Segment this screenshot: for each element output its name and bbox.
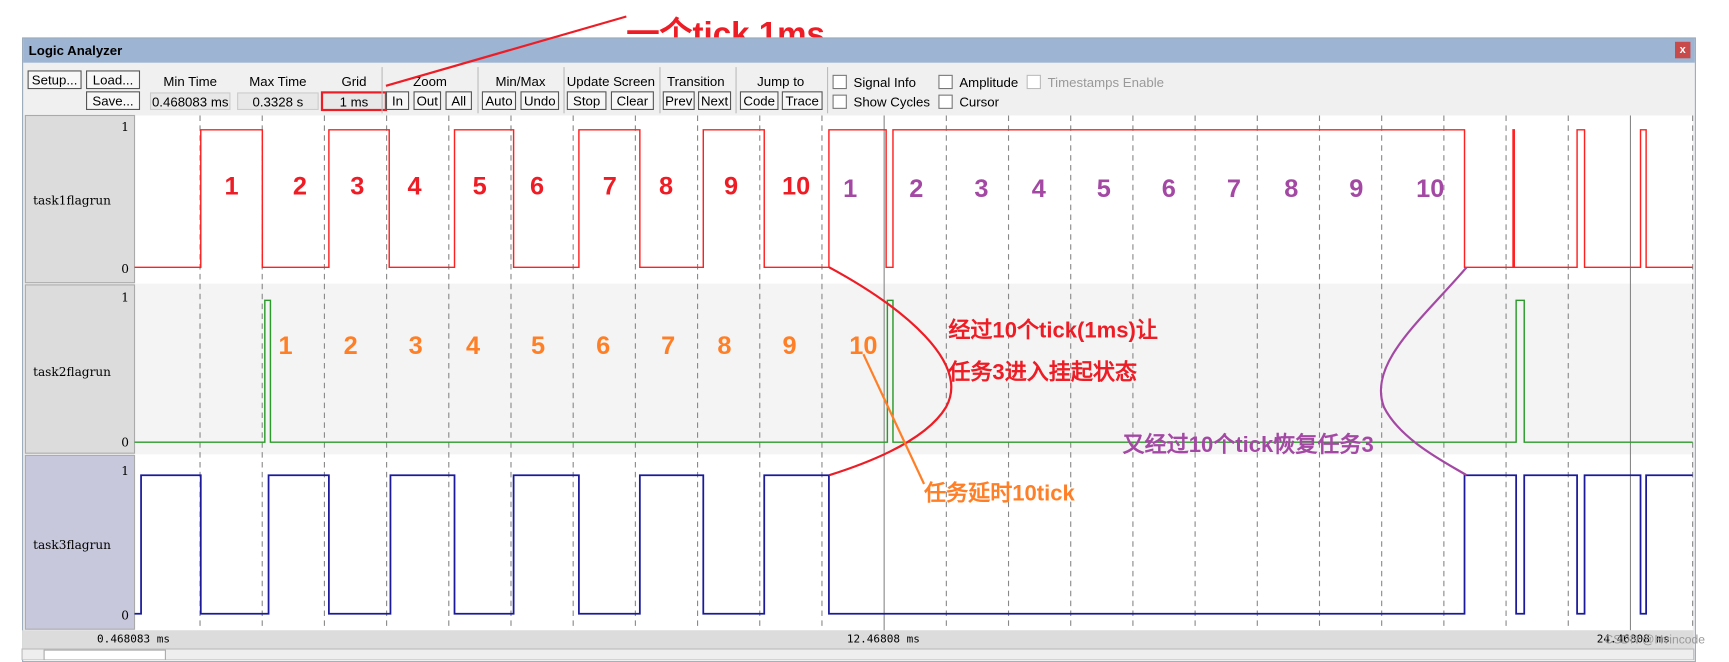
task1-suspended-count-label: 6 (1161, 173, 1176, 203)
task1-count-label: 3 (350, 171, 365, 201)
task1-suspended-count-label: 10 (1416, 173, 1445, 203)
level-low: 0 (121, 261, 130, 277)
waveform-area[interactable] (0, 0, 1729, 660)
axis-label: 12.46808 ms (846, 633, 920, 646)
delay-note: 任务延时10tick (924, 481, 1075, 506)
task1-count-label: 8 (658, 171, 674, 201)
signal-name: task1flagrun (33, 193, 111, 208)
axis-label: 0.468083 ms (97, 633, 171, 646)
stage: 一个tick 1ms Logic Analyzer x Setup... Loa… (0, 0, 1729, 662)
task1-suspended-count-label: 7 (1226, 173, 1241, 203)
task2-count-label: 9 (782, 331, 797, 360)
task1-suspended-count-label: 4 (1031, 173, 1046, 203)
task2-count-label: 1 (278, 331, 293, 360)
task1-count-label: 2 (292, 171, 307, 201)
task1-suspended-count-label: 8 (1284, 173, 1299, 203)
task1-count-label: 9 (724, 171, 739, 201)
suspend-note-line1: 经过10个tick(1ms)让 (948, 319, 1158, 344)
level-low: 0 (121, 435, 130, 450)
task2-count-label: 2 (343, 331, 358, 360)
horizontal-scrollbar[interactable] (21, 648, 1695, 660)
level-low: 0 (121, 608, 130, 623)
task1-suspended-count-label: 9 (1349, 173, 1364, 203)
task1-count-label: 6 (529, 171, 545, 201)
task1-suspended-count-label: 2 (909, 173, 924, 203)
task1-count-label: 5 (472, 171, 487, 201)
task2-count-label: 5 (531, 331, 546, 360)
scrollbar-thumb[interactable] (43, 649, 166, 660)
task2-count-label: 8 (717, 331, 732, 360)
resume-note: 又经过10个tick恢复任务3 (1122, 433, 1374, 458)
level-high: 1 (121, 464, 130, 479)
task1-count-label: 10 (782, 171, 811, 201)
task1-suspended-count-label: 1 (843, 173, 858, 203)
watermark: CSDN @Hvincode (1604, 633, 1706, 647)
task1-suspended-count-label: 3 (974, 173, 989, 203)
task1-suspended-count-label: 5 (1096, 173, 1111, 203)
signal-name: task3flagrun (33, 537, 111, 553)
signal-name: task2flagrun (33, 365, 111, 380)
task2-count-label: 4 (466, 331, 481, 360)
task2-count-label: 10 (849, 331, 878, 360)
task1-count-label: 1 (224, 171, 239, 201)
task2-count-label: 6 (596, 331, 611, 360)
task2-count-label: 7 (661, 331, 676, 360)
suspend-note-line2: 任务3进入挂起状态 (948, 360, 1138, 385)
level-high: 1 (121, 119, 130, 135)
task1-count-label: 7 (602, 171, 617, 201)
tick-annotation-line (385, 15, 627, 87)
task1-count-label: 4 (407, 171, 422, 201)
level-high: 1 (121, 290, 130, 305)
task2-count-label: 3 (408, 331, 423, 360)
